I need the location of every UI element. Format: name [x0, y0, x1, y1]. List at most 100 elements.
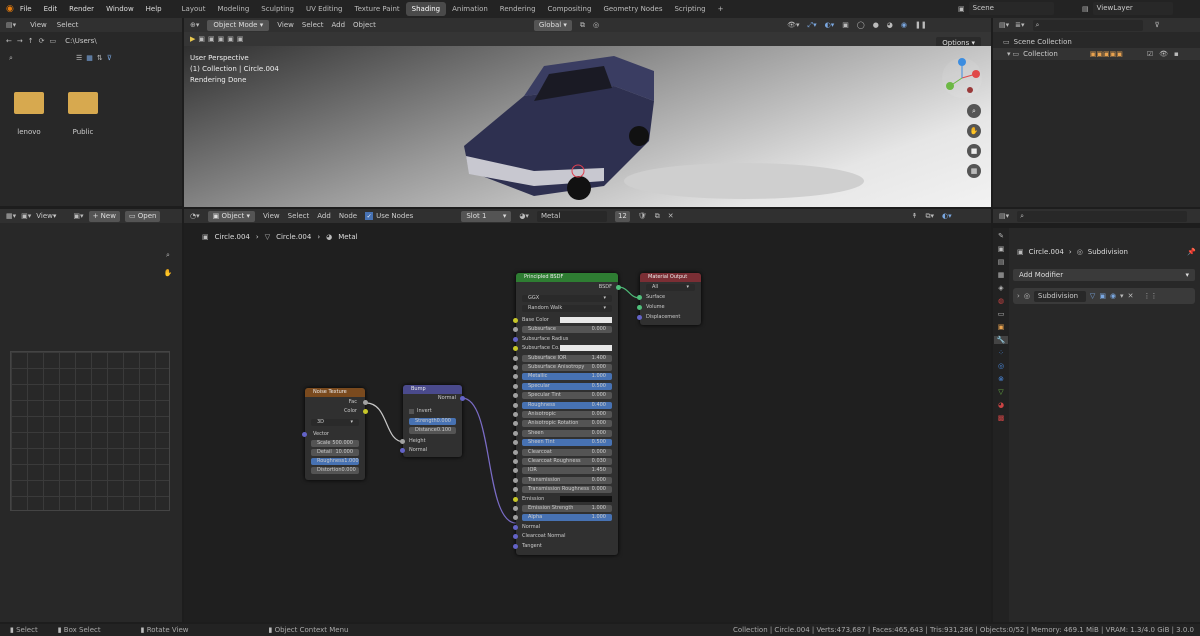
scene-field[interactable]: Scene [968, 2, 1054, 15]
bsdf-input-socket[interactable] [513, 515, 518, 521]
bsdf-input-field[interactable]: Anisotropic 0.000 [522, 411, 612, 418]
scene-selector[interactable]: ▣ Scene [958, 2, 1054, 15]
pin-icon[interactable]: 📌 [1187, 248, 1196, 256]
folder-item[interactable]: lenovo [14, 92, 44, 136]
menu-select[interactable]: Select [57, 21, 79, 29]
collection-row[interactable]: ▾ ▭ Collection ▣▣▣▣▣ ☑ 👁 ▪ [993, 48, 1200, 60]
proportional-icon[interactable]: ◎ [593, 21, 599, 29]
open-image-button[interactable]: ▭ Open [124, 210, 161, 222]
zoom-icon[interactable]: ⌕ [162, 249, 174, 261]
data-tab-icon[interactable]: ▽ [998, 388, 1003, 396]
bsdf-input-socket[interactable] [513, 543, 518, 549]
zoom-icon[interactable]: ⌕ [967, 104, 981, 118]
bsdf-input-socket[interactable] [513, 430, 518, 436]
tab-geometry-nodes[interactable]: Geometry Nodes [597, 2, 668, 16]
view-layer-field[interactable]: ViewLayer [1092, 2, 1173, 15]
bsdf-input-socket[interactable] [513, 412, 518, 417]
menu-render[interactable]: Render [69, 5, 94, 13]
filter-icon[interactable]: ⊽ [1155, 21, 1160, 29]
bsdf-input-socket[interactable] [513, 327, 518, 333]
modifier-name-field[interactable]: Subdivision [1033, 290, 1086, 302]
editor-type-icon[interactable]: ⊕▾ [190, 21, 199, 29]
blender-logo-icon[interactable]: ◉ [6, 4, 14, 14]
remove-modifier-icon[interactable]: ✕ [1128, 292, 1134, 300]
camera-icon[interactable]: ■ [967, 144, 981, 158]
node-editor[interactable]: ◔▾ ▣ Object ▾ View Select Add Node ✓ Use … [184, 209, 991, 622]
socket-color[interactable] [363, 409, 368, 414]
menu-help[interactable]: Help [146, 5, 162, 13]
modifier-panel[interactable]: › ◎ Subdivision ▽ ▣ ◉ ▾ ✕ ⋮⋮ [1013, 288, 1195, 304]
principled-bsdf-node[interactable]: Principled BSDF BSDF GGX ▾ Random Walk ▾ B… [513, 273, 621, 555]
shading-wire-icon[interactable]: ◯ [857, 21, 865, 29]
tab-scripting[interactable]: Scripting [668, 2, 711, 16]
bsdf-input-field[interactable]: Clearcoat 0.000 [522, 448, 612, 456]
tab-uv-editing[interactable]: UV Editing [300, 2, 349, 16]
bsdf-input-socket[interactable] [513, 402, 518, 408]
modifier-tab-icon[interactable]: 🔧 [994, 336, 1008, 344]
particles-tab-icon[interactable]: ⁘ [998, 349, 1004, 357]
socket-normal-in[interactable] [400, 448, 405, 453]
render-tab-icon[interactable]: ▣ [998, 245, 1005, 253]
menu-file[interactable]: File [20, 5, 32, 13]
collection-tab-icon[interactable]: ▭ [998, 310, 1005, 318]
bsdf-input-socket[interactable] [513, 506, 518, 511]
bsdf-input-field[interactable]: Transmission 0.000 [522, 476, 612, 484]
tab-texture-paint[interactable]: Texture Paint [349, 2, 406, 16]
tab-layout[interactable]: Layout [176, 2, 212, 16]
bsdf-input-field[interactable]: Subsurface IOR 1.400 [522, 354, 612, 362]
select-mode-intersect-icon[interactable]: ▣ [237, 35, 244, 43]
pause-icon[interactable]: ❚❚ [915, 21, 927, 29]
bsdf-input-field[interactable]: Alpha 1.000 [522, 514, 612, 522]
3d-viewport[interactable]: ⊕▾ Object Mode ▾ View Select Add Object … [184, 18, 991, 207]
overlay-icon[interactable]: ◐▾ [825, 21, 835, 29]
tab-modeling[interactable]: Modeling [211, 2, 255, 16]
view-layer-selector[interactable]: ▤ ViewLayer [1082, 2, 1173, 15]
socket-fac[interactable] [363, 400, 368, 405]
shading-solid-icon[interactable]: ● [873, 21, 879, 29]
material-output-node[interactable]: Material Output All ▾ Surface Volume Disp… [637, 273, 701, 325]
select-mode-invert-icon[interactable]: ▣ [227, 35, 234, 43]
distance-field[interactable]: Distance 0.100 [409, 427, 456, 434]
camera-render-icon[interactable]: ▪ [1174, 50, 1179, 58]
bsdf-input-field[interactable]: Anisotropic Rotation 0.000 [522, 420, 612, 428]
viewport-canvas[interactable]: User Perspective (1) Collection | Circle… [184, 46, 991, 207]
snap-icon[interactable]: ⧉ [580, 21, 585, 30]
socket-bsdf[interactable] [616, 285, 621, 290]
bsdf-input-socket[interactable] [513, 393, 518, 399]
strength-field[interactable]: Strength 0.000 [409, 418, 456, 425]
bump-node[interactable]: Bump Normal Invert Strength 0.000 Distanc… [400, 385, 465, 457]
image-browse-icon[interactable]: ▣▾ [73, 212, 83, 220]
shading-rendered-icon[interactable]: ◉ [901, 21, 907, 29]
menu-edit[interactable]: Edit [44, 5, 58, 13]
bsdf-input-socket[interactable] [513, 440, 518, 446]
detail-field[interactable]: Detail 10.000 [311, 449, 359, 456]
socket-volume[interactable] [637, 305, 642, 310]
subsurface-method-dropdown[interactable]: Random Walk ▾ [522, 305, 612, 312]
filter-icon[interactable]: ⊽ [107, 54, 112, 62]
uv-grid[interactable] [10, 351, 170, 511]
socket-vector[interactable] [302, 432, 307, 437]
parent-dir-icon[interactable]: ↑ [28, 37, 34, 45]
xray-icon[interactable]: ▣ [842, 21, 849, 29]
tab-rendering[interactable]: Rendering [494, 2, 542, 16]
pan-hand-icon[interactable]: ✋ [162, 267, 174, 279]
tab-shading[interactable]: Shading [405, 2, 447, 16]
bsdf-input-socket[interactable] [513, 355, 518, 361]
navigation-gizmo[interactable] [940, 56, 984, 100]
bsdf-input-field[interactable]: Metallic 1.000 [522, 373, 612, 381]
view-mode-icon[interactable]: ▣▾ [21, 212, 31, 220]
forward-icon[interactable]: → [17, 37, 23, 45]
pan-hand-icon[interactable]: ✋ [967, 124, 981, 138]
editor-type-icon[interactable]: ▦▾ [6, 212, 16, 220]
outliner-search-input[interactable]: ⌕ [1032, 19, 1143, 31]
dropdown-icon[interactable]: ▾ [1120, 292, 1124, 300]
tab-animation[interactable]: Animation [446, 2, 494, 16]
bsdf-input-socket[interactable] [513, 318, 518, 323]
bsdf-input-socket[interactable] [513, 365, 518, 370]
physics-tab-icon[interactable]: ◎ [998, 362, 1004, 370]
bsdf-input-socket[interactable] [513, 524, 518, 530]
menu-window[interactable]: Window [106, 5, 134, 13]
output-tab-icon[interactable]: ▤ [998, 258, 1005, 266]
socket-surface[interactable] [637, 295, 642, 300]
list-view-icon[interactable]: ☰ [76, 54, 82, 62]
